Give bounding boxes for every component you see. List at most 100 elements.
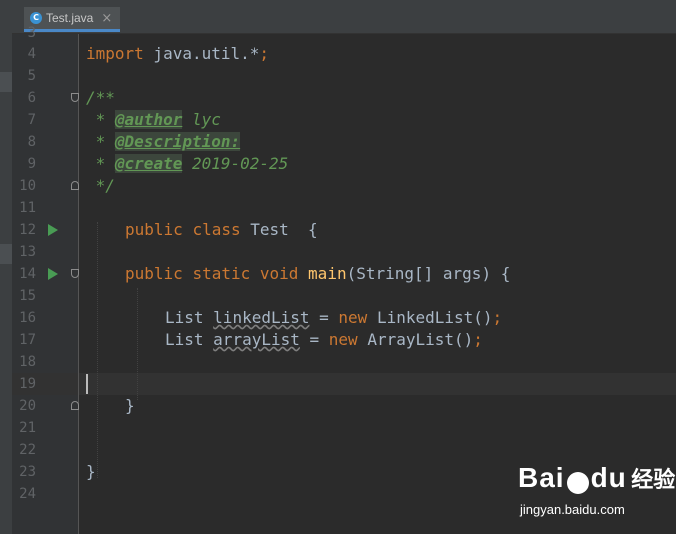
line-number: 21 xyxy=(19,420,36,436)
baidu-watermark: Bai du 经验 xyxy=(518,462,675,494)
gutter-row: 22 xyxy=(12,439,78,461)
gutter-row: 21 xyxy=(12,417,78,439)
line-number: 17 xyxy=(19,332,36,348)
editor-gutter[interactable]: 3 4 5 6 7 8 9 10 11 12 13 14 15 16 17 18… xyxy=(12,25,79,534)
code-text: java.util.* xyxy=(143,44,260,63)
code-line-doc-create: * @create 2019-02-25 xyxy=(86,153,288,175)
doc-tag: @author xyxy=(114,110,183,129)
gutter-row: 9 xyxy=(12,153,78,175)
line-number: 14 xyxy=(19,266,36,282)
line-number: 5 xyxy=(27,68,36,84)
semicolon: ; xyxy=(259,44,270,63)
line-number: 12 xyxy=(19,222,36,238)
keyword: static xyxy=(192,264,251,283)
gutter-row: 5 xyxy=(12,65,78,87)
code-line-class-decl: public class Test { xyxy=(125,219,318,241)
fold-collapse-icon[interactable] xyxy=(71,93,79,102)
watermark-url: jingyan.baidu.com xyxy=(520,502,625,517)
line-number: 11 xyxy=(19,200,36,216)
gutter-row: 4 xyxy=(12,43,78,65)
line-number: 16 xyxy=(19,310,36,326)
gutter-row: 11 xyxy=(12,197,78,219)
close-icon[interactable]: × xyxy=(101,11,112,26)
variable-name: arrayList xyxy=(213,330,300,349)
gutter-row: 12 xyxy=(12,219,78,241)
code-line-linkedlist: List linkedList = new LinkedList(); xyxy=(165,307,502,329)
code-line-main-decl: public static void main(String[] args) { xyxy=(125,263,510,285)
code-text: (String[] args) { xyxy=(346,264,511,283)
line-number: 22 xyxy=(19,442,36,458)
doc-tag: @create xyxy=(114,154,183,173)
code-text: = xyxy=(299,330,329,349)
fold-collapse-icon[interactable] xyxy=(71,269,79,278)
gutter-row: 7 xyxy=(12,109,78,131)
code-text: ArrayList() xyxy=(357,330,474,349)
code-line-doc-open: /** xyxy=(86,88,115,107)
line-number: 10 xyxy=(19,178,36,194)
code-line-doc-author: * @author lyc xyxy=(86,109,221,131)
gutter-row: 20 xyxy=(12,395,79,417)
line-number: 15 xyxy=(19,288,36,304)
semicolon: ; xyxy=(473,330,483,349)
code-text: LinkedList() xyxy=(367,308,493,327)
gutter-row-current: 19 xyxy=(12,373,78,395)
fold-end-icon[interactable] xyxy=(71,401,79,410)
code-line-main-close: } xyxy=(125,396,135,415)
gutter-row: 10 xyxy=(12,175,79,197)
code-line-arraylist: List arrayList = new ArrayList(); xyxy=(165,329,483,351)
doc-tag: @Description: xyxy=(114,132,241,151)
line-number: 8 xyxy=(27,134,36,150)
gutter-row: 24 xyxy=(12,483,78,505)
watermark-brand: Bai xyxy=(518,462,565,493)
doc-text: 2019-02-25 xyxy=(182,154,289,173)
keyword: class xyxy=(192,220,241,239)
code-line-class-close: } xyxy=(86,462,96,481)
indent-guide xyxy=(137,288,138,400)
gutter-row: 8 xyxy=(12,131,78,153)
gutter-row: 16 xyxy=(12,307,78,329)
keyword: public xyxy=(125,264,183,283)
keyword: import xyxy=(86,44,144,63)
type-name: List xyxy=(165,308,204,327)
doc-text: lyc xyxy=(182,110,221,129)
gutter-row: 23 xyxy=(12,461,78,483)
keyword: public xyxy=(125,220,183,239)
keyword: new xyxy=(328,330,358,349)
fold-end-icon[interactable] xyxy=(71,181,79,190)
line-number: 24 xyxy=(19,486,36,502)
tool-window-marker[interactable] xyxy=(0,72,12,92)
line-number: 13 xyxy=(19,244,36,260)
code-line-doc-description: * @Description: xyxy=(86,131,241,153)
gutter-row: 18 xyxy=(12,351,78,373)
doc-star: * xyxy=(86,132,115,151)
paw-icon xyxy=(566,471,589,494)
gutter-row: 15 xyxy=(12,285,78,307)
gutter-row: 17 xyxy=(12,329,78,351)
keyword: void xyxy=(259,264,299,283)
gutter-row: 13 xyxy=(12,241,78,263)
run-class-icon[interactable] xyxy=(48,224,58,236)
line-number: 9 xyxy=(27,156,36,172)
variable-name: linkedList xyxy=(213,308,310,327)
keyword: new xyxy=(338,308,368,327)
type-name: List xyxy=(165,330,204,349)
line-number: 19 xyxy=(19,376,36,392)
class-name: Test xyxy=(250,220,289,239)
brace: { xyxy=(308,220,318,239)
tool-window-marker[interactable] xyxy=(0,244,12,264)
line-number: 18 xyxy=(19,354,36,370)
code-line-import: import java.util.*; xyxy=(86,43,269,65)
semicolon: ; xyxy=(492,308,503,327)
line-number: 3 xyxy=(27,25,36,41)
gutter-row: 3 xyxy=(12,22,78,44)
run-main-icon[interactable] xyxy=(48,268,58,280)
indent-guide xyxy=(97,222,98,478)
method-name: main xyxy=(308,264,347,283)
text-caret xyxy=(86,374,88,394)
current-line-highlight xyxy=(79,373,676,395)
editor-tab-bar: C Test.java × xyxy=(12,0,676,34)
watermark-brand: du xyxy=(590,462,627,493)
code-line-doc-close: */ xyxy=(86,176,115,195)
gutter-row: 6 xyxy=(12,87,79,109)
doc-star: * xyxy=(86,154,115,173)
